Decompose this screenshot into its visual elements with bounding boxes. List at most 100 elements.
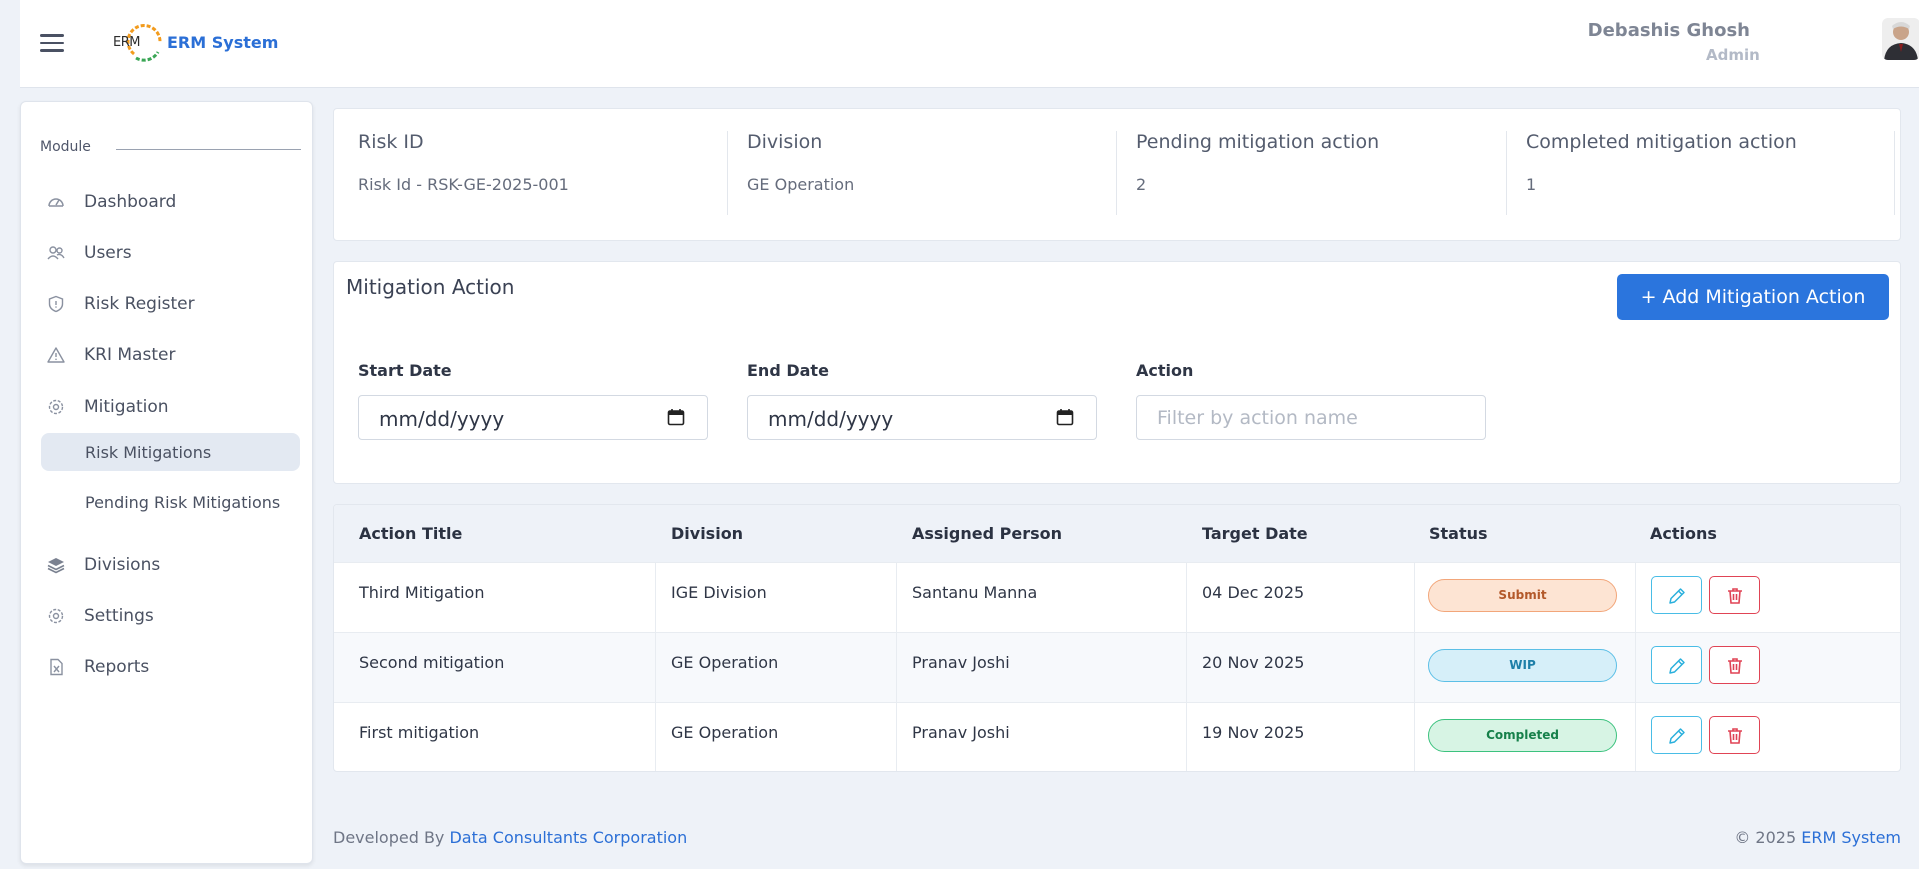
- division-value: GE Operation: [747, 175, 855, 194]
- delete-button[interactable]: [1709, 646, 1760, 684]
- section-title: Mitigation Action: [346, 275, 515, 299]
- sidebar-item-label: Mitigation: [84, 397, 169, 417]
- trash-icon: [1728, 588, 1742, 604]
- end-date-field[interactable]: mm/dd/yyyy: [747, 395, 1097, 440]
- cell-assigned-person: Pranav Joshi: [912, 723, 1010, 742]
- sidebar-item-kri-master[interactable]: KRI Master: [21, 336, 314, 374]
- dashboard-gauge-icon: [48, 198, 64, 207]
- sidebar-item-risk-register[interactable]: Risk Register: [21, 285, 314, 323]
- shield-icon: [48, 295, 64, 313]
- sidebar-item-dashboard[interactable]: Dashboard: [21, 183, 314, 221]
- end-date-label: End Date: [747, 361, 829, 380]
- sidebar: Module Dashboard Users Risk Register KRI…: [20, 101, 313, 864]
- sidebar-subitem-risk-mitigations[interactable]: Risk Mitigations: [41, 433, 300, 471]
- cell-target-date: 19 Nov 2025: [1202, 723, 1305, 742]
- delete-button[interactable]: [1709, 576, 1760, 614]
- divider: [1894, 131, 1895, 215]
- start-date-label: Start Date: [358, 361, 452, 380]
- pencil-icon: [1669, 658, 1685, 674]
- risk-id-title: Risk ID: [358, 131, 424, 153]
- start-date-field[interactable]: mm/dd/yyyy: [358, 395, 708, 440]
- sidebar-item-reports[interactable]: Reports: [21, 648, 314, 686]
- sidebar-item-label: KRI Master: [84, 345, 176, 365]
- calendar-icon[interactable]: [667, 408, 685, 426]
- table-header: Action Title Division Assigned Person Ta…: [334, 505, 1900, 562]
- footer-copyright-text: © 2025: [1734, 828, 1802, 847]
- column-header-target-date: Target Date: [1202, 524, 1308, 543]
- footer-developed-by-text: Developed By: [333, 828, 450, 847]
- sidebar-item-label: Settings: [84, 606, 154, 626]
- footer-copyright: © 2025 ERM System: [1734, 828, 1901, 847]
- table-row: Third Mitigation IGE Division Santanu Ma…: [334, 562, 1900, 633]
- top-header: ERM ERM System Debashis Ghosh Admin: [20, 0, 1919, 88]
- cell-division: GE Operation: [671, 653, 779, 672]
- cell-action-title: Third Mitigation: [359, 583, 485, 602]
- risk-summary-card: Risk ID Risk Id - RSK-GE-2025-001 Divisi…: [333, 108, 1901, 241]
- status-badge: Submit: [1428, 579, 1617, 612]
- app-title[interactable]: ERM System: [167, 33, 278, 52]
- sidebar-item-settings[interactable]: Settings: [21, 597, 314, 635]
- module-label: Module: [40, 139, 91, 155]
- module-divider: [116, 149, 301, 150]
- sidebar-item-label: Dashboard: [84, 192, 177, 212]
- cell-action-title: Second mitigation: [359, 653, 505, 672]
- table-row: Second mitigation GE Operation Pranav Jo…: [334, 632, 1900, 703]
- completed-block: Completed mitigation action 1: [1502, 131, 1892, 219]
- action-filter-input[interactable]: Filter by action name: [1136, 395, 1486, 440]
- hamburger-menu-icon[interactable]: [40, 34, 64, 52]
- delete-button[interactable]: [1709, 716, 1760, 754]
- cell-assigned-person: Pranav Joshi: [912, 653, 1010, 672]
- division-block: Division GE Operation: [723, 131, 1113, 219]
- user-name: Debashis Ghosh: [1587, 20, 1750, 41]
- pending-block: Pending mitigation action 2: [1112, 131, 1502, 219]
- sidebar-item-label: Reports: [84, 657, 150, 677]
- start-date-value: mm/dd/yyyy: [379, 407, 505, 431]
- users-icon: [47, 246, 65, 260]
- pending-value: 2: [1136, 175, 1147, 194]
- cell-division: GE Operation: [671, 723, 779, 742]
- footer-product-link[interactable]: ERM System: [1801, 828, 1901, 847]
- pencil-icon: [1669, 728, 1685, 744]
- layers-icon: [47, 558, 65, 574]
- sidebar-subitem-label: Risk Mitigations: [85, 443, 212, 462]
- action-label: Action: [1136, 361, 1194, 380]
- cell-target-date: 04 Dec 2025: [1202, 583, 1305, 602]
- edit-button[interactable]: [1651, 716, 1702, 754]
- pending-title: Pending mitigation action: [1136, 131, 1380, 153]
- column-header-action-title: Action Title: [359, 524, 463, 543]
- edit-button[interactable]: [1651, 576, 1702, 614]
- table-row: First mitigation GE Operation Pranav Jos…: [334, 702, 1900, 771]
- logo-text: ERM: [113, 35, 140, 50]
- footer-company-link[interactable]: Data Consultants Corporation: [449, 828, 687, 847]
- status-badge: WIP: [1428, 649, 1617, 682]
- edit-button[interactable]: [1651, 646, 1702, 684]
- avatar[interactable]: [1882, 18, 1919, 60]
- status-badge: Completed: [1428, 719, 1617, 752]
- sidebar-item-label: Divisions: [84, 555, 161, 575]
- sidebar-item-mitigation[interactable]: Mitigation: [21, 388, 314, 426]
- risk-id-block: Risk ID Risk Id - RSK-GE-2025-001: [334, 131, 724, 219]
- trash-icon: [1728, 728, 1742, 744]
- risk-id-value: Risk Id - RSK-GE-2025-001: [358, 175, 569, 194]
- sidebar-item-users[interactable]: Users: [21, 234, 314, 272]
- sidebar-item-label: Users: [84, 243, 132, 263]
- trash-icon: [1728, 658, 1742, 674]
- mitigation-filter-card: Mitigation Action + Add Mitigation Actio…: [333, 261, 1901, 484]
- add-mitigation-action-button[interactable]: + Add Mitigation Action: [1617, 274, 1889, 320]
- sidebar-item-divisions[interactable]: Divisions: [21, 546, 314, 584]
- gear-icon: [48, 608, 64, 624]
- column-header-assigned-person: Assigned Person: [912, 524, 1063, 543]
- user-role: Admin: [1706, 46, 1760, 64]
- mitigation-table: Action Title Division Assigned Person Ta…: [333, 504, 1901, 772]
- action-filter-placeholder: Filter by action name: [1157, 407, 1358, 429]
- gear-icon: [48, 399, 64, 415]
- cell-target-date: 20 Nov 2025: [1202, 653, 1305, 672]
- column-header-actions: Actions: [1650, 524, 1717, 543]
- pencil-icon: [1669, 588, 1685, 604]
- file-excel-icon: [50, 658, 63, 676]
- sidebar-subitem-pending-risk-mitigations[interactable]: Pending Risk Mitigations: [41, 483, 300, 521]
- cell-assigned-person: Santanu Manna: [912, 583, 1038, 602]
- cell-division: IGE Division: [671, 583, 767, 602]
- warning-triangle-icon: [47, 347, 65, 363]
- calendar-icon[interactable]: [1056, 408, 1074, 426]
